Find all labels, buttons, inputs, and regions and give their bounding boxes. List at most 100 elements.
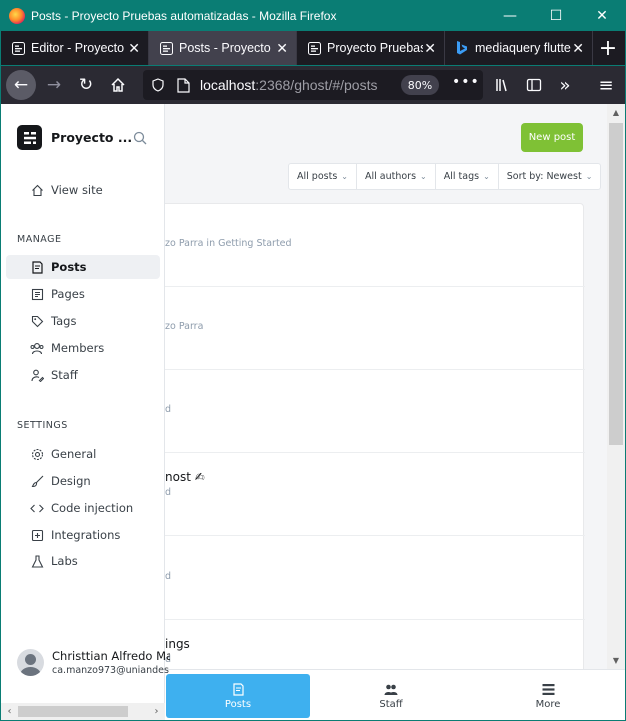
back-button[interactable]: ← — [6, 70, 36, 100]
reload-button[interactable]: ↻ — [71, 70, 101, 100]
bottomnav-more[interactable]: More — [476, 674, 620, 718]
bottomnav-label: Staff — [379, 699, 403, 710]
pages-icon — [30, 287, 44, 301]
tab-label: Editor - Proyecto Pruebas — [31, 41, 127, 55]
brush-icon — [30, 474, 44, 488]
user-email: ca.manzo973@uniandes.edu.co — [52, 665, 170, 676]
home-icon — [30, 183, 44, 197]
url-bar[interactable]: localhost:2368/ghost/#/posts 80% ••• — [143, 70, 483, 100]
nav-label: Posts — [51, 260, 87, 274]
nav-label: Integrations — [51, 528, 121, 542]
url-text[interactable]: localhost:2368/ghost/#/posts — [200, 77, 377, 93]
page-actions-icon[interactable]: ••• — [452, 74, 480, 90]
posts-icon — [231, 682, 245, 696]
tab-editor[interactable]: Editor - Proyecto Pruebas ✕ — [1, 31, 149, 65]
nav-design[interactable]: Design — [6, 469, 160, 493]
shield-icon[interactable] — [151, 78, 165, 92]
bottomnav-posts[interactable]: Posts — [166, 674, 310, 718]
post-title[interactable]: nost ✍ — [165, 470, 205, 484]
plus-icon: + — [598, 35, 618, 61]
overflow-button[interactable]: » — [550, 70, 580, 100]
filter-all-posts[interactable]: All posts ⌄ — [289, 164, 357, 189]
home-button[interactable] — [103, 70, 133, 100]
tab-label: Proyecto Pruebas — [327, 41, 423, 55]
tab-close-icon[interactable]: ✕ — [128, 40, 140, 57]
title-bar: Posts - Proyecto Pruebas automatizadas -… — [1, 1, 625, 30]
library-icon — [496, 79, 507, 92]
new-post-button[interactable]: New post — [521, 123, 583, 152]
tab-close-icon[interactable]: ✕ — [424, 40, 436, 57]
chevron-down-icon: ⌄ — [341, 172, 348, 181]
scroll-down-icon[interactable]: ▼ — [607, 652, 625, 669]
arrow-right-icon: → — [46, 75, 62, 95]
chevron-down-icon: ⌄ — [483, 172, 490, 181]
nav-label: Code injection — [51, 501, 134, 515]
user-menu[interactable]: Christtian Alfredo Manzo ca.manzo973@uni… — [17, 649, 170, 676]
scroll-up-icon[interactable]: ▲ — [607, 104, 625, 121]
nav-staff[interactable]: Staff — [6, 363, 160, 387]
nav-members[interactable]: Members — [6, 336, 160, 360]
zoom-indicator[interactable]: 80% — [401, 75, 439, 95]
maximize-icon: ☐ — [549, 7, 563, 24]
scroll-thumb[interactable] — [18, 706, 128, 717]
nav-view-site[interactable]: View site — [6, 178, 160, 202]
firefox-logo-icon — [9, 7, 25, 24]
filter-all-tags[interactable]: All tags ⌄ — [436, 164, 499, 189]
minimize-button[interactable]: — — [487, 1, 533, 30]
avatar — [17, 649, 44, 676]
library-button[interactable] — [488, 70, 518, 100]
gear-icon — [30, 447, 44, 461]
flask-icon — [30, 554, 44, 568]
filter-sort[interactable]: Sort by: Newest ⌄ — [499, 164, 601, 189]
navigation-toolbar: ← → ↻ localhost:2368/ghost/#/posts 80% •… — [1, 66, 625, 104]
nav-pages[interactable]: Pages — [6, 282, 160, 306]
window-title: Posts - Proyecto Pruebas automatizadas -… — [31, 8, 337, 23]
new-tab-button[interactable]: + — [593, 31, 623, 65]
tab-posts[interactable]: Posts - Proyecto Pruebas ✕ — [149, 31, 297, 65]
post-meta: zo Parra in Getting Started — [165, 238, 292, 249]
arrow-left-icon: ← — [13, 75, 29, 95]
nav-labs[interactable]: Labs — [6, 549, 160, 573]
nav-integrations[interactable]: Integrations — [6, 523, 160, 547]
post-meta: d — [165, 404, 172, 415]
tab-proyecto[interactable]: Proyecto Pruebas ✕ — [297, 31, 445, 65]
close-icon: ✕ — [596, 7, 608, 24]
posts-icon — [30, 260, 44, 274]
page-viewport: New post All posts ⌄ All authors ⌄ All tag… — [1, 104, 625, 720]
forward-button[interactable]: → — [39, 70, 69, 100]
ghost-icon — [11, 41, 25, 55]
site-name: Proyecto ... — [51, 130, 133, 145]
tab-mediaquery[interactable]: mediaquery flutter ✕ — [445, 31, 593, 65]
nav-posts[interactable]: Posts — [6, 255, 160, 279]
nav-tags[interactable]: Tags — [6, 309, 160, 333]
horizontal-scrollbar[interactable]: ‹ › — [1, 703, 165, 720]
scroll-left-icon[interactable]: ‹ — [1, 703, 18, 720]
nav-label: View site — [51, 183, 103, 197]
filter-all-authors[interactable]: All authors ⌄ — [357, 164, 436, 189]
tab-close-icon[interactable]: ✕ — [572, 40, 584, 57]
search-icon[interactable] — [133, 131, 147, 145]
tab-label: mediaquery flutter — [475, 41, 571, 55]
sidebar-icon — [526, 78, 542, 92]
sidebar-toggle-button[interactable] — [519, 70, 549, 100]
tab-close-icon[interactable]: ✕ — [276, 40, 288, 57]
chevrons-right-icon: » — [559, 74, 571, 96]
filter-bar: All posts ⌄ All authors ⌄ All tags ⌄ Sort b… — [288, 163, 602, 190]
maximize-button[interactable]: ☐ — [533, 1, 579, 30]
nav-code-injection[interactable]: Code injection — [6, 496, 160, 520]
site-brand[interactable]: Proyecto ... — [17, 125, 132, 150]
page-icon — [177, 77, 190, 93]
settings-heading: SETTINGS — [17, 420, 68, 431]
user-name: Christtian Alfredo Manzo — [52, 649, 170, 663]
tag-icon — [30, 314, 44, 328]
nav-general[interactable]: General — [6, 442, 160, 466]
vertical-scrollbar[interactable]: ▲ ▼ — [607, 104, 625, 669]
post-meta: d — [165, 571, 172, 582]
nav-label: Tags — [51, 314, 77, 328]
nav-label: Design — [51, 474, 91, 488]
close-window-button[interactable]: ✕ — [579, 1, 625, 30]
bottomnav-staff[interactable]: Staff — [319, 674, 463, 718]
scroll-thumb[interactable] — [609, 123, 623, 445]
scroll-right-icon[interactable]: › — [148, 703, 165, 720]
app-menu-button[interactable]: ≡ — [591, 70, 621, 100]
